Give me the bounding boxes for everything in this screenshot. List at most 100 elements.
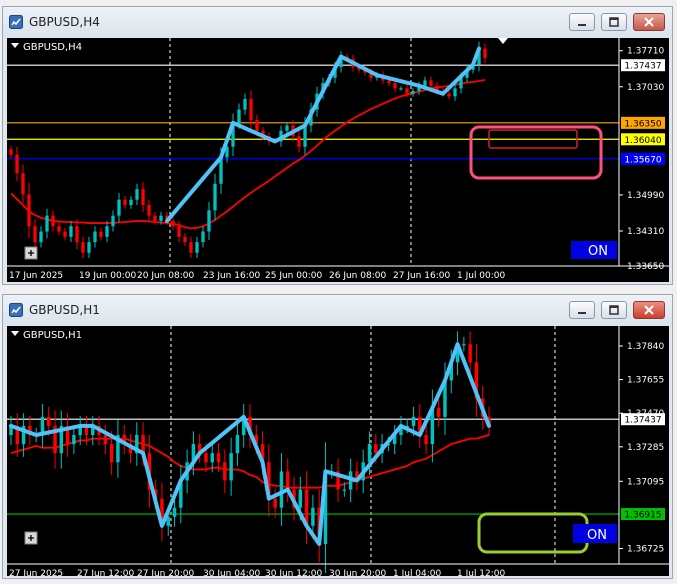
bull-candle: [207, 210, 211, 232]
chart-area-h4[interactable]: GBPUSD,H4 17 Jun 2025 19 Jun 00:00 20 Jun …: [7, 38, 669, 282]
bear-candle: [204, 453, 208, 463]
grid-h1: [170, 326, 556, 564]
time-tick-label: 25 Jun 00:00: [265, 271, 322, 281]
collapse-arrow-icon[interactable]: [11, 43, 19, 48]
time-tick-label: 17 Jun 2025: [9, 271, 63, 281]
title-bar-h1[interactable]: GBPUSD,H1: [3, 295, 672, 325]
title-bar-h4[interactable]: GBPUSD,H4: [3, 7, 672, 37]
ma-h4: [10, 79, 486, 230]
overlay-h4: [469, 125, 603, 180]
bull-candle: [129, 199, 133, 206]
bear-candle: [297, 136, 301, 147]
collapse-arrow-icon[interactable]: [11, 331, 19, 336]
price-tick-label: 1.37655: [627, 376, 664, 386]
bull-candle: [367, 444, 372, 463]
chart-area-h1[interactable]: GBPUSD,H1 27 Jun 2025 27 Jun 12:00 27 Jun …: [7, 326, 669, 576]
price-chart-h1[interactable]: GBPUSD,H1 27 Jun 2025 27 Jun 12:00 27 Jun …: [7, 326, 669, 576]
bear-candle: [47, 416, 51, 426]
bear-candle: [33, 226, 37, 243]
bear-candle: [374, 444, 378, 454]
bull-candle: [72, 435, 76, 445]
close-button-h1[interactable]: [633, 301, 665, 319]
time-tick-label: 27 Jun 20:00: [137, 569, 194, 576]
chart-app-icon: [9, 15, 23, 29]
bull-candle: [423, 80, 427, 86]
time-tick-label: 1 Jul 12:00: [457, 569, 506, 576]
bear-candle: [9, 149, 13, 155]
close-button-h4[interactable]: [633, 13, 665, 31]
price-tag-label: 1.37437: [624, 416, 661, 426]
chart-window-h4: GBPUSD,H4 GBPUSD,H4 17 Jun 2025 19 Jun 0…: [2, 6, 673, 285]
on-button-label-h4[interactable]: ON: [588, 244, 608, 259]
bull-candle: [213, 183, 217, 211]
shift-marker-icon: [498, 38, 508, 44]
time-axis-h1: 27 Jun 2025 27 Jun 12:00 27 Jun 20:00 30 Ju…: [9, 569, 506, 576]
bull-candle: [411, 416, 416, 426]
minimize-button-h4[interactable]: [569, 13, 595, 31]
time-tick-label: 27 Jun 2025: [9, 569, 63, 576]
bear-candle: [429, 80, 433, 86]
candles-h1: [9, 331, 491, 574]
bull-candle: [172, 507, 177, 517]
price-tick-label: 1.33650: [627, 262, 664, 272]
time-tick-label: 27 Jun 16:00: [393, 271, 450, 281]
close-icon: [644, 17, 654, 27]
maximize-icon: [609, 305, 619, 315]
bear-candle: [177, 226, 181, 237]
bear-candle: [147, 205, 151, 216]
bear-candle: [171, 220, 175, 227]
price-tick-label: 1.37095: [627, 477, 664, 487]
bull-candle: [285, 125, 289, 131]
bull-candle: [453, 88, 457, 97]
time-tick-label: 1 Jul 00:00: [457, 271, 506, 281]
minimize-button-h1[interactable]: [569, 301, 595, 319]
bear-candle: [468, 344, 472, 363]
maximize-button-h1[interactable]: [601, 301, 627, 319]
bear-candle: [255, 120, 259, 131]
tags-h1: 1.37437 1.36915: [621, 413, 665, 521]
price-tick-label: 1.37030: [627, 83, 664, 93]
bull-candle: [243, 98, 247, 110]
bear-candle: [393, 83, 397, 89]
price-tick-label: 1.37285: [627, 443, 664, 453]
price-tag-label: 1.35670: [624, 155, 661, 165]
on-button-label-h1[interactable]: ON: [587, 528, 607, 543]
bull-candle: [399, 88, 403, 90]
zone-marker-box[interactable]: [469, 125, 603, 180]
bear-candle: [99, 231, 103, 237]
bear-candle: [424, 435, 428, 445]
time-tick-label: 1 Jul 04:00: [393, 569, 442, 576]
bear-candle: [75, 226, 79, 243]
bull-candle: [462, 344, 466, 346]
bull-candle: [87, 242, 91, 253]
moving-average-line: [10, 79, 486, 230]
bear-candle: [153, 215, 157, 221]
bull-candle: [237, 109, 241, 123]
tags-h4: 1.37437 1.36350 1.36040 1.35670: [621, 59, 665, 165]
bull-candle: [235, 435, 240, 454]
price-tag-label: 1.37437: [624, 62, 661, 72]
symbol-label-h1: GBPUSD,H1: [23, 330, 82, 341]
bear-candle: [183, 236, 187, 243]
bull-candle: [201, 231, 205, 243]
bear-candle: [103, 435, 108, 445]
maximize-button-h4[interactable]: [601, 13, 627, 31]
price-tick-label: 1.34310: [627, 227, 664, 237]
price-tag-label: 1.36040: [624, 136, 661, 146]
bull-candle: [210, 453, 214, 463]
time-axis-h4: 17 Jun 2025 19 Jun 00:00 20 Jun 08:00 23 Ju…: [9, 271, 506, 281]
bear-candle: [387, 80, 391, 84]
zone-marker-box[interactable]: [477, 512, 589, 554]
bear-candle: [109, 444, 114, 463]
bear-candle: [81, 242, 85, 253]
close-icon: [644, 305, 654, 315]
bull-candle: [135, 189, 139, 200]
bull-candle: [45, 215, 49, 232]
bear-candle: [216, 453, 221, 463]
window-title-h1: GBPUSD,H1: [29, 303, 100, 317]
bull-candle: [117, 199, 121, 216]
bear-candle: [405, 88, 409, 94]
price-tick-label: 1.34990: [627, 191, 664, 201]
price-chart-h4[interactable]: GBPUSD,H4 17 Jun 2025 19 Jun 00:00 20 Jun …: [7, 38, 669, 282]
bull-candle: [411, 91, 415, 94]
